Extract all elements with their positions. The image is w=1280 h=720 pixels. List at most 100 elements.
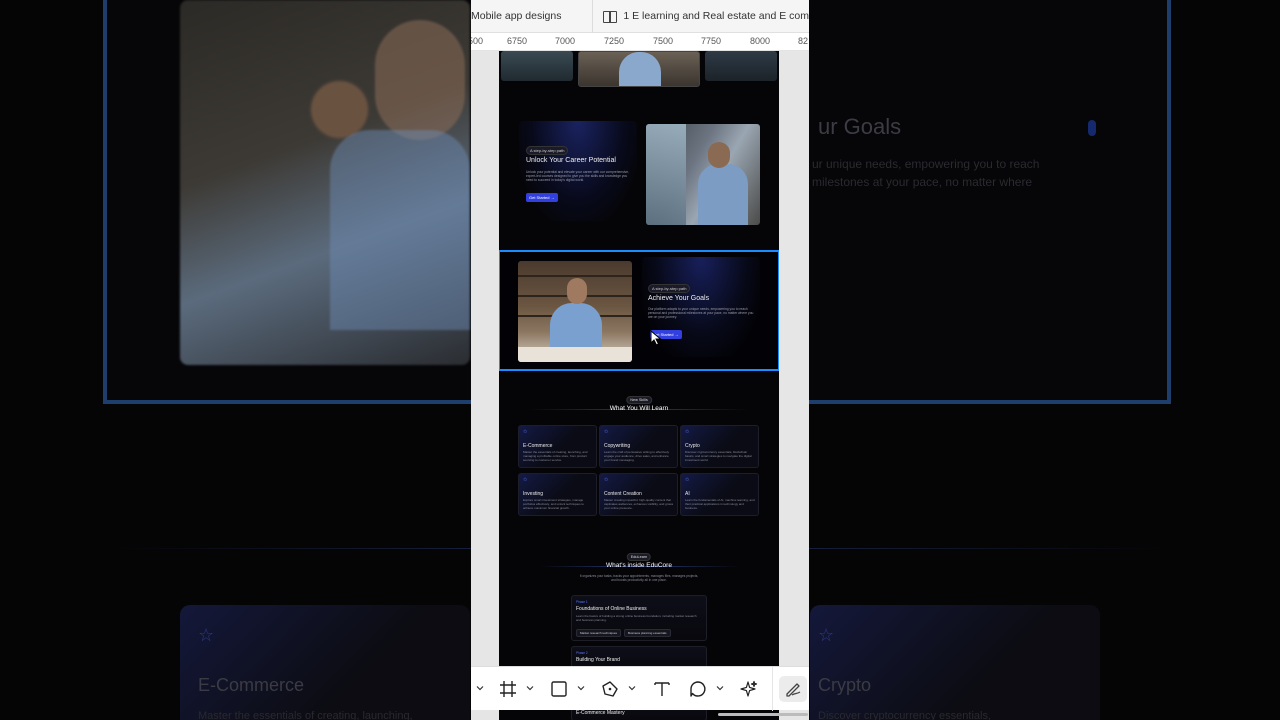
skill-card-title: Content Creation bbox=[604, 491, 642, 497]
star-icon: ☆ bbox=[818, 625, 835, 645]
background-heading: ur Goals bbox=[818, 114, 902, 139]
home-indicator bbox=[718, 713, 808, 716]
landing-page-frame[interactable]: A step-by-step path Unlock Your Career P… bbox=[499, 51, 779, 720]
text-tool-button[interactable] bbox=[652, 679, 672, 699]
book-icon bbox=[603, 10, 618, 23]
bottom-toolbar bbox=[471, 666, 809, 711]
photo-window bbox=[646, 124, 686, 225]
toolbar-separator bbox=[772, 667, 773, 711]
star-icon: ✩ bbox=[523, 477, 528, 483]
star-icon: ✩ bbox=[604, 477, 609, 483]
section-pill: EduLearn bbox=[626, 553, 652, 561]
skill-card[interactable]: ✩ AI Learn the fundamentals of AI, machi… bbox=[680, 473, 759, 516]
background-card-title: Crypto bbox=[818, 675, 872, 695]
skill-card[interactable]: ✩ Content Creation Master creating impac… bbox=[599, 473, 678, 516]
skill-card[interactable]: ✩ Investing Explore smart investment str… bbox=[518, 473, 597, 516]
photo-head bbox=[567, 278, 587, 304]
hero-description: Unlock your potential and elevate your c… bbox=[526, 170, 629, 183]
star-icon: ☆ bbox=[198, 625, 215, 645]
module-topic-chip: Market research techniques bbox=[576, 629, 622, 637]
frame-icon bbox=[500, 681, 516, 697]
hero-title: Unlock Your Career Potential bbox=[526, 157, 616, 164]
module-phase-label: Phase 2 bbox=[576, 651, 588, 655]
skill-card-desc: Master the essentials of creating, launc… bbox=[523, 450, 588, 462]
background-photo bbox=[180, 0, 470, 365]
skill-card-title: Crypto bbox=[685, 443, 700, 449]
background-card bbox=[810, 605, 1100, 720]
skill-card[interactable]: ✩ Copywriting Learn the craft of persuas… bbox=[599, 425, 678, 468]
photo-head bbox=[708, 142, 730, 168]
background-photo-face bbox=[375, 20, 465, 140]
tab-label: 1 E learning and Real estate and E com bbox=[623, 10, 809, 22]
star-icon: ✩ bbox=[685, 429, 690, 435]
chevron-down-icon[interactable] bbox=[526, 684, 534, 692]
design-app-window: Mobile app designs 1 E learning and Real… bbox=[471, 0, 809, 720]
chevron-down-icon[interactable] bbox=[577, 684, 585, 692]
ruler-tick: 7250 bbox=[603, 36, 625, 46]
ruler-tick: 7000 bbox=[554, 36, 576, 46]
ruler-tick: 7500 bbox=[652, 36, 674, 46]
skill-card-title: Copywriting bbox=[604, 443, 631, 449]
section-title: What You Will Learn bbox=[609, 405, 669, 412]
module-description: Learn the basics of building a strong on… bbox=[576, 614, 697, 622]
background-text-line: ur unique needs, empowering you to reach bbox=[812, 157, 1040, 171]
background-card-desc: Master the essentials of creating, launc… bbox=[198, 710, 413, 720]
skill-card-desc: Discover cryptocurrency essentials, bloc… bbox=[685, 450, 752, 462]
skill-card-desc: Learn the fundamentals of AI, machine le… bbox=[685, 498, 755, 510]
hero-photo-smiling-man[interactable] bbox=[518, 261, 632, 362]
module-title: Foundations of Online Business bbox=[576, 606, 647, 612]
get-started-button[interactable]: Get Started → bbox=[526, 193, 558, 202]
skill-card-desc: Learn the craft of persuasive writing to… bbox=[604, 450, 669, 462]
career-hero-text-block[interactable]: A step-by-step path Unlock Your Career P… bbox=[519, 121, 637, 221]
gallery-photo-featured[interactable] bbox=[578, 51, 700, 87]
hero-title: Achieve Your Goals bbox=[648, 295, 710, 302]
chevron-down-icon[interactable] bbox=[476, 684, 484, 692]
section-title: What's inside EduCore bbox=[606, 562, 672, 569]
skill-card-title: E-Commerce bbox=[523, 443, 553, 449]
selected-goals-frame[interactable]: A step-by-step path Achieve Your Goals O… bbox=[499, 250, 779, 371]
pen-icon bbox=[602, 681, 618, 697]
background-accent bbox=[1088, 120, 1096, 136]
chevron-down-icon[interactable] bbox=[716, 684, 724, 692]
skill-card-title: Investing bbox=[523, 491, 544, 497]
ruler-tick: 6750 bbox=[506, 36, 528, 46]
ruler-tick: 7750 bbox=[700, 36, 722, 46]
ruler-tick: 6500 bbox=[471, 36, 484, 46]
star-icon: ✩ bbox=[685, 477, 690, 483]
gallery-photo[interactable] bbox=[501, 51, 573, 81]
pen-tool-button[interactable] bbox=[600, 679, 620, 699]
skill-card-desc: Master creating impactful, high-quality … bbox=[604, 498, 674, 510]
skill-card-title: AI bbox=[685, 491, 690, 497]
star-icon: ✩ bbox=[523, 429, 528, 435]
background-card-desc: Discover cryptocurrency essentials, bbox=[818, 710, 992, 720]
frame-tool-button[interactable] bbox=[498, 679, 518, 699]
section-pill: New Skills bbox=[626, 396, 652, 404]
draw-tool-button[interactable] bbox=[783, 679, 803, 699]
background-photo-shirt bbox=[330, 130, 470, 330]
star-icon: ✩ bbox=[604, 429, 609, 435]
photo-desk bbox=[518, 347, 632, 362]
actions-tool-button[interactable] bbox=[739, 679, 759, 699]
file-tab-bar: Mobile app designs 1 E learning and Real… bbox=[471, 0, 809, 33]
hero-eyebrow-pill: A step-by-step path bbox=[526, 146, 569, 155]
photo-torso bbox=[698, 164, 748, 225]
skill-card[interactable]: ✩ Crypto Discover cryptocurrency essenti… bbox=[680, 425, 759, 468]
curriculum-module[interactable]: Phase 1 Foundations of Online Business L… bbox=[571, 595, 707, 641]
rectangle-tool-button[interactable] bbox=[549, 679, 569, 699]
skill-card[interactable]: ✩ E-Commerce Master the essentials of cr… bbox=[518, 425, 597, 468]
comment-icon bbox=[690, 681, 706, 697]
tab-mobile-app-designs[interactable]: Mobile app designs bbox=[471, 0, 594, 33]
text-icon bbox=[654, 682, 670, 696]
section-subtitle: It organizes your tasks, tracks your app… bbox=[579, 574, 699, 582]
tab-label: Mobile app designs bbox=[471, 10, 562, 22]
background-text-line: milestones at your pace, no matter where bbox=[812, 175, 1033, 189]
photo-person bbox=[619, 52, 661, 86]
tab-elearning-real-estate[interactable]: 1 E learning and Real estate and E com bbox=[593, 0, 809, 33]
gallery-photo[interactable] bbox=[705, 51, 777, 81]
hero-photo-thinking-man[interactable] bbox=[646, 124, 760, 225]
chevron-down-icon[interactable] bbox=[628, 684, 636, 692]
design-canvas[interactable]: A step-by-step path Unlock Your Career P… bbox=[471, 51, 809, 720]
ruler-tick: 82 bbox=[797, 36, 809, 46]
comment-tool-button[interactable] bbox=[688, 679, 708, 699]
module-topic-chip: Business planning essentials bbox=[624, 629, 671, 637]
